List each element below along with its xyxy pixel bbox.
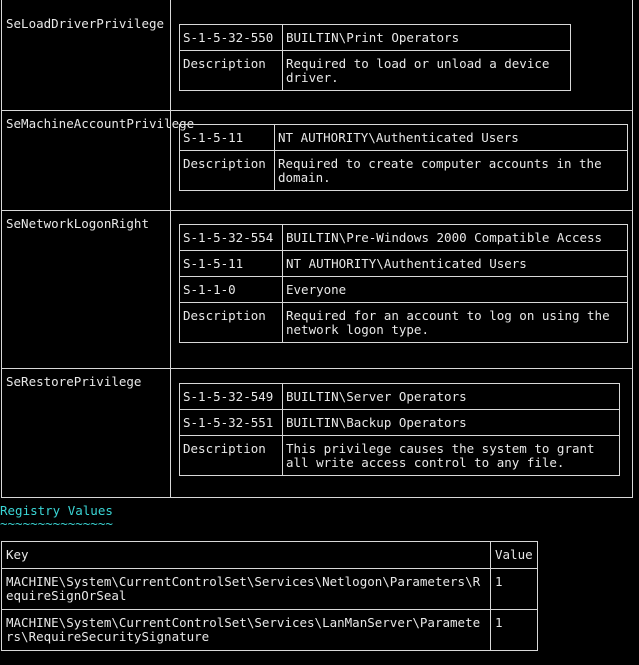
privilege-name: SeMachineAccountPrivilege	[6, 116, 195, 131]
sid-cell: S-1-5-32-549	[179, 383, 283, 410]
sid-table: S-1-5-32-549 BUILTIN\Server Operators S-…	[179, 383, 620, 476]
registry-key-cell: MACHINE\System\CurrentControlSet\Service…	[1, 609, 491, 651]
registry-heading-underline: ~~~~~~~~~~~~~~~	[0, 516, 113, 531]
privilege-row: SeRestorePrivilege S-1-5-32-549 BUILTIN\…	[1, 369, 633, 498]
account-cell: BUILTIN\Print Operators	[282, 24, 571, 51]
table-row: S-1-5-32-554 BUILTIN\Pre-Windows 2000 Co…	[179, 224, 628, 251]
sid-cell: S-1-5-32-554	[179, 224, 283, 251]
privilege-row: SeMachineAccountPrivilege S-1-5-11 NT AU…	[1, 111, 633, 211]
table-header-row: Key Value	[1, 541, 538, 569]
table-row: Description Required for an account to l…	[179, 302, 628, 343]
description-label: Description	[179, 150, 275, 191]
description-cell: Required to load or unload a device driv…	[282, 50, 571, 91]
account-cell: BUILTIN\Backup Operators	[282, 409, 620, 436]
registry-key-cell: MACHINE\System\CurrentControlSet\Service…	[1, 568, 491, 610]
privilege-name: SeRestorePrivilege	[6, 374, 142, 389]
registry-table: Key Value MACHINE\System\CurrentControlS…	[1, 541, 538, 651]
table-row: S-1-5-11 NT AUTHORITY\Authenticated User…	[179, 124, 628, 151]
sid-cell: S-1-5-32-550	[179, 24, 283, 51]
table-row: Description Required to create computer …	[179, 150, 628, 191]
registry-value-cell: 1	[490, 609, 538, 651]
sid-table: S-1-5-11 NT AUTHORITY\Authenticated User…	[179, 124, 628, 191]
column-header-value: Value	[490, 541, 538, 569]
table-row: S-1-5-32-549 BUILTIN\Server Operators	[179, 383, 620, 410]
description-cell: Required to create computer accounts in …	[274, 150, 628, 191]
column-header-key: Key	[1, 541, 491, 569]
description-cell: This privilege causes the system to gran…	[282, 435, 620, 476]
table-row: Description Required to load or unload a…	[179, 50, 571, 91]
privilege-name: SeNetworkLogonRight	[6, 216, 149, 231]
privilege-name: SeLoadDriverPrivilege	[6, 16, 165, 31]
account-cell: Everyone	[282, 276, 628, 303]
sid-cell: S-1-5-11	[179, 124, 275, 151]
privilege-name-cell: SeRestorePrivilege	[2, 369, 171, 497]
sid-cell: S-1-5-11	[179, 250, 283, 277]
privilege-row: SeLoadDriverPrivilege S-1-5-32-550 BUILT…	[1, 0, 633, 111]
account-cell: BUILTIN\Pre-Windows 2000 Compatible Acce…	[282, 224, 628, 251]
privilege-name-cell: SeMachineAccountPrivilege	[2, 111, 195, 210]
account-cell: BUILTIN\Server Operators	[282, 383, 620, 410]
description-label: Description	[179, 435, 283, 476]
table-row: MACHINE\System\CurrentControlSet\Service…	[1, 609, 538, 651]
table-row: Description This privilege causes the sy…	[179, 435, 620, 476]
privilege-row: SeNetworkLogonRight S-1-5-32-554 BUILTIN…	[1, 211, 633, 369]
account-cell: NT AUTHORITY\Authenticated Users	[282, 250, 628, 277]
table-row: MACHINE\System\CurrentControlSet\Service…	[1, 568, 538, 610]
table-row: S-1-5-32-551 BUILTIN\Backup Operators	[179, 409, 620, 436]
table-row: S-1-1-0 Everyone	[179, 276, 628, 303]
description-cell: Required for an account to log on using …	[282, 302, 628, 343]
table-row: S-1-5-11 NT AUTHORITY\Authenticated User…	[179, 250, 628, 277]
description-label: Description	[179, 302, 283, 343]
sid-table: S-1-5-32-554 BUILTIN\Pre-Windows 2000 Co…	[179, 224, 628, 343]
registry-value-cell: 1	[490, 568, 538, 610]
table-row: S-1-5-32-550 BUILTIN\Print Operators	[179, 24, 571, 51]
sid-table: S-1-5-32-550 BUILTIN\Print Operators Des…	[179, 24, 571, 91]
privilege-name-cell: SeNetworkLogonRight	[2, 211, 171, 368]
account-cell: NT AUTHORITY\Authenticated Users	[274, 124, 628, 151]
description-label: Description	[179, 50, 283, 91]
privilege-name-cell: SeLoadDriverPrivilege	[2, 0, 171, 110]
sid-cell: S-1-1-0	[179, 276, 283, 303]
sid-cell: S-1-5-32-551	[179, 409, 283, 436]
